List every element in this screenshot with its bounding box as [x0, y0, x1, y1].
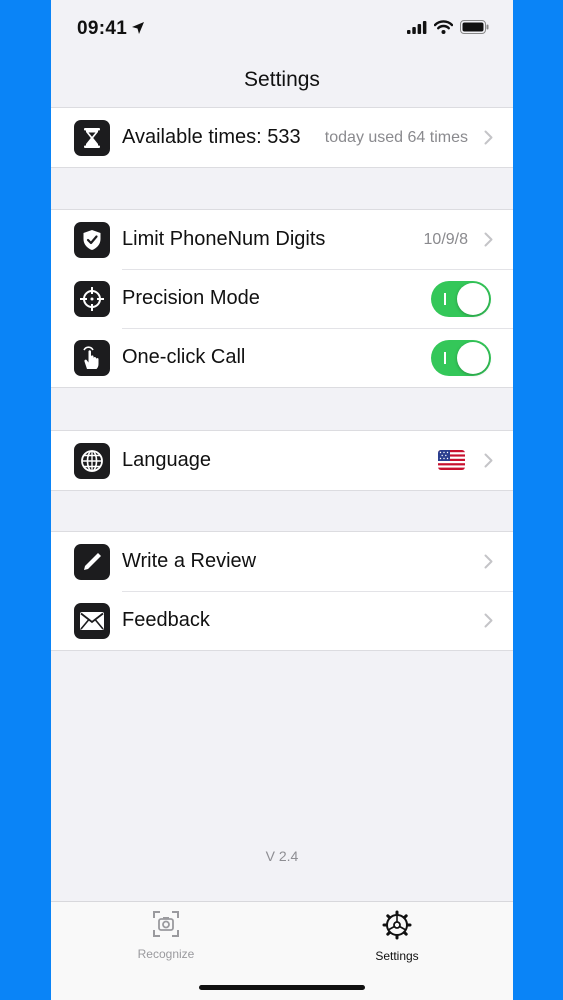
toggle-on-mark	[444, 351, 446, 364]
options-group: Limit PhoneNum Digits 10/9/8 Precision M…	[51, 209, 513, 388]
chevron-right-icon	[484, 613, 493, 633]
chevron-right-icon	[484, 130, 493, 150]
usage-value: today used 64 times	[324, 128, 468, 146]
toggle-knob	[457, 282, 489, 315]
wifi-icon	[433, 20, 454, 39]
precision-mode-row: Precision Mode	[51, 269, 513, 328]
phone-screen: 09:41 Settings Available times: 533 toda…	[51, 0, 513, 1000]
camera-scan-icon	[152, 911, 180, 942]
write-review-row[interactable]: Write a Review	[51, 532, 513, 591]
envelope-icon	[74, 602, 110, 639]
status-time: 09:41	[77, 18, 128, 39]
hourglass-icon	[74, 119, 110, 156]
available-times-row[interactable]: Available times: 533 today used 64 times	[51, 108, 513, 167]
tap-hand-icon	[74, 339, 110, 376]
cellular-signal-icon	[407, 20, 427, 39]
tab-settings-label: Settings	[375, 949, 419, 963]
one-click-call-row: One-click Call	[51, 328, 513, 387]
chevron-right-icon	[484, 453, 493, 473]
chevron-right-icon	[484, 232, 493, 252]
battery-icon	[460, 20, 489, 39]
limit-digits-row[interactable]: Limit PhoneNum Digits 10/9/8	[51, 210, 513, 269]
shield-check-icon	[74, 221, 110, 258]
language-label: Language	[122, 449, 211, 471]
usage-group: Available times: 533 today used 64 times	[51, 107, 513, 168]
limit-digits-label: Limit PhoneNum Digits	[122, 228, 326, 250]
chevron-right-icon	[484, 554, 493, 574]
support-group: Write a Review Feedback	[51, 531, 513, 651]
precision-mode-toggle[interactable]	[431, 280, 491, 317]
page-title: Settings	[244, 68, 320, 91]
tab-recognize-label: Recognize	[137, 947, 195, 961]
home-indicator	[199, 985, 365, 990]
status-bar: 09:41	[51, 0, 513, 56]
toggle-on-mark	[444, 292, 446, 305]
location-arrow-icon	[131, 21, 145, 40]
tab-settings[interactable]: Settings	[337, 910, 457, 963]
one-click-call-toggle[interactable]	[431, 339, 491, 376]
language-group: Language	[51, 430, 513, 491]
gear-icon	[382, 910, 412, 944]
status-indicators	[407, 20, 489, 39]
write-review-label: Write a Review	[122, 550, 257, 572]
pencil-icon	[74, 543, 110, 580]
crosshair-icon	[74, 280, 110, 317]
limit-digits-value: 10/9/8	[423, 230, 468, 248]
feedback-label: Feedback	[122, 609, 210, 631]
tab-recognize[interactable]: Recognize	[106, 910, 226, 961]
precision-mode-label: Precision Mode	[122, 287, 260, 309]
feedback-row[interactable]: Feedback	[51, 591, 513, 650]
toggle-knob	[457, 341, 489, 374]
us-flag-icon	[438, 450, 465, 470]
app-version: V 2.4	[265, 848, 299, 864]
language-row[interactable]: Language	[51, 431, 513, 490]
available-times-label: Available times: 533	[122, 126, 301, 148]
globe-icon	[74, 442, 110, 479]
one-click-call-label: One-click Call	[122, 346, 246, 368]
